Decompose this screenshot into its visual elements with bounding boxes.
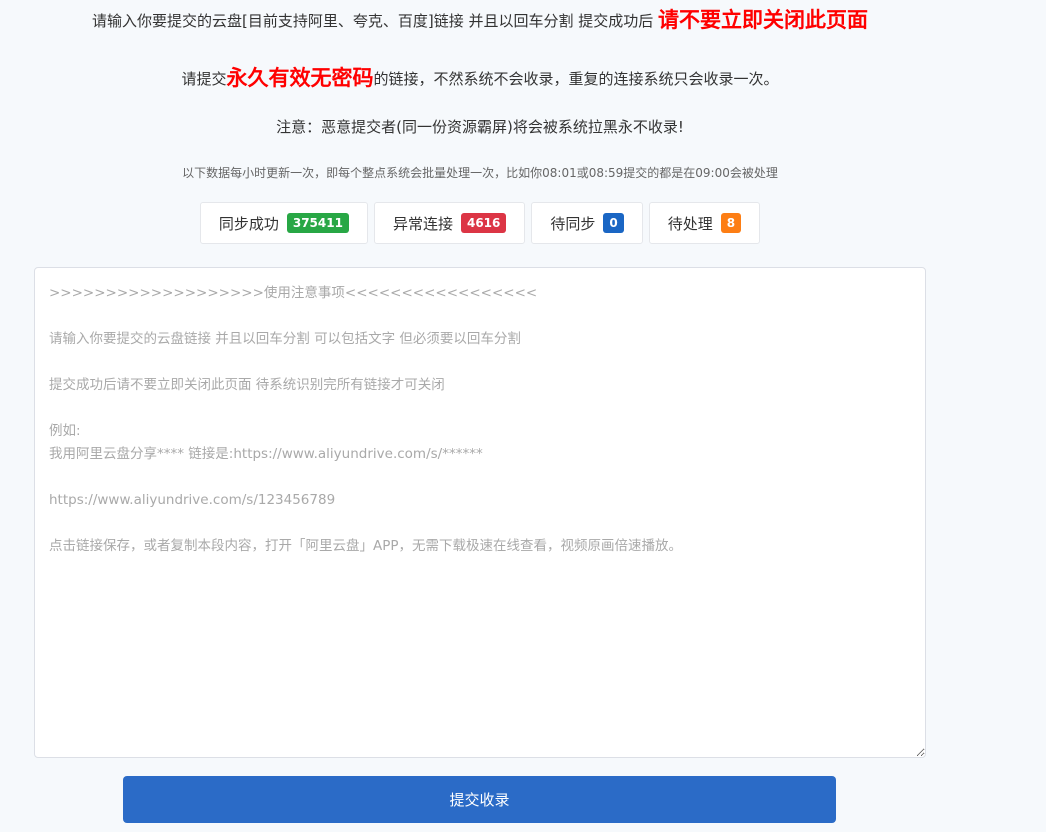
link-input[interactable] <box>34 267 926 758</box>
notice-line-2-emphasis: 永久有效无密码 <box>226 66 374 90</box>
stats-bar: 同步成功 375411 异常连接 4616 待同步 0 待处理 8 <box>0 202 960 244</box>
stat-badge: 8 <box>720 213 742 233</box>
notice-line-2-suffix: 的链接，不然系统不会收录，重复的连接系统只会收录一次。 <box>373 70 779 88</box>
stat-sync-success: 同步成功 375411 <box>199 202 368 244</box>
notice-line-2: 请提交永久有效无密码的链接，不然系统不会收录，重复的连接系统只会收录一次。 <box>0 60 960 96</box>
stat-badge: 4616 <box>460 213 507 233</box>
submit-button[interactable]: 提交收录 <box>123 776 836 823</box>
stat-badge: 0 <box>603 213 624 233</box>
stat-label: 待同步 <box>550 214 596 233</box>
stat-pending-sync: 待同步 0 <box>531 202 643 244</box>
stat-pending-process: 待处理 8 <box>648 202 761 244</box>
update-info-line: 以下数据每小时更新一次，即每个整点系统会批量处理一次，比如你08:01或08:5… <box>182 166 778 180</box>
notice-line-1: 请输入你要提交的云盘[目前支持阿里、夸克、百度]链接 并且以回车分割 提交成功后… <box>0 2 960 38</box>
link-input-wrapper <box>34 267 926 758</box>
notice-line-1-text: 请输入你要提交的云盘[目前支持阿里、夸克、百度]链接 并且以回车分割 提交成功后 <box>91 12 654 30</box>
notice-line-2-prefix: 请提交 <box>181 70 227 88</box>
page: 请输入你要提交的云盘[目前支持阿里、夸克、百度]链接 并且以回车分割 提交成功后… <box>0 0 1046 832</box>
stat-badge: 375411 <box>286 213 349 233</box>
stat-label: 同步成功 <box>218 214 279 233</box>
warning-line: 注意：恶意提交者(同一份资源霸屏)将会被系统拉黑永不收录! <box>276 118 684 136</box>
notice-line-1-emphasis: 请不要立即关闭此页面 <box>658 8 869 32</box>
stat-label: 异常连接 <box>392 214 453 233</box>
stat-abnormal-links: 异常连接 4616 <box>373 202 526 244</box>
stat-label: 待处理 <box>667 214 713 233</box>
